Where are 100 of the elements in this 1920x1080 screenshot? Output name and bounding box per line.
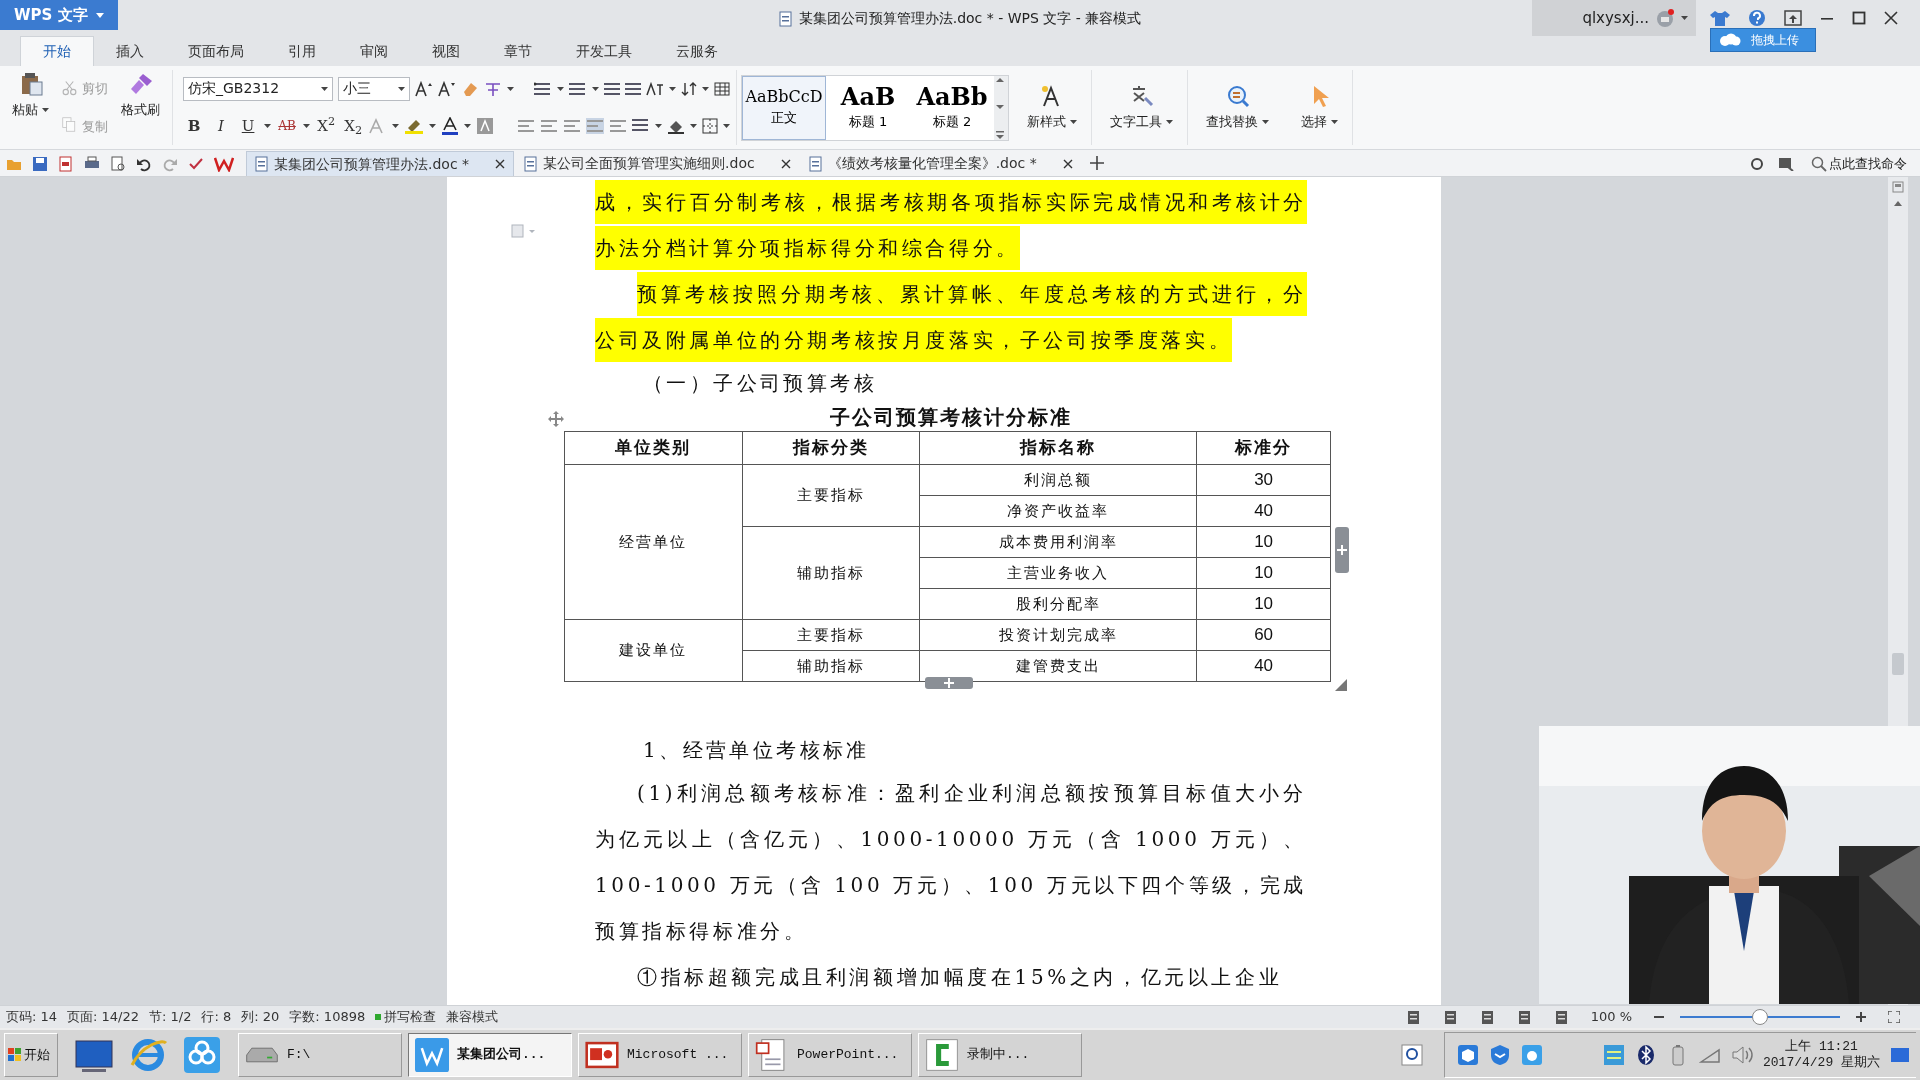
pdf-export-icon[interactable] xyxy=(58,155,74,172)
fullscreen-icon[interactable] xyxy=(1888,1011,1900,1023)
indent-icon[interactable] xyxy=(604,81,620,96)
fit-page-icon[interactable] xyxy=(1405,1009,1421,1025)
slider-thumb[interactable] xyxy=(1752,1009,1768,1025)
box-app-icon[interactable] xyxy=(1457,1044,1479,1066)
format-button[interactable]: AB xyxy=(276,114,299,139)
scrollbar-thumb[interactable] xyxy=(1892,653,1904,675)
wps-logo-icon[interactable] xyxy=(214,155,234,172)
justify-icon[interactable] xyxy=(586,118,605,135)
shrink-font-icon[interactable] xyxy=(438,80,456,97)
close-icon[interactable] xyxy=(780,158,791,169)
align-left-icon[interactable] xyxy=(517,118,536,135)
resize-handle-icon[interactable] xyxy=(1335,679,1347,691)
bullet-list-icon[interactable] xyxy=(534,81,552,96)
borders-icon[interactable] xyxy=(702,118,719,135)
sort-icon[interactable] xyxy=(681,81,697,96)
more-styles-icon[interactable] xyxy=(994,129,1006,140)
command-search-field[interactable]: 点此查找命令 xyxy=(1808,152,1910,175)
save-icon[interactable] xyxy=(32,155,48,172)
cloud-app-icon[interactable] xyxy=(182,1035,222,1075)
show-desktop-icon[interactable] xyxy=(1890,1046,1910,1064)
taskbar-button[interactable]: F:\ xyxy=(238,1033,402,1077)
ribbon-tool-button[interactable]: 查找替换 xyxy=(1200,81,1275,134)
shirt-icon[interactable] xyxy=(1710,10,1730,26)
zoom-level[interactable]: 100 % xyxy=(1590,1007,1632,1027)
text-direction-icon[interactable] xyxy=(646,81,664,96)
font-size-select[interactable]: 小三 xyxy=(338,76,410,101)
highlighter-icon[interactable] xyxy=(404,118,425,135)
zoom-in-icon[interactable] xyxy=(1856,1012,1866,1022)
document-tab[interactable]: 某公司全面预算管理实施细则.doc xyxy=(516,151,799,176)
taskbar-button[interactable]: 录制中... xyxy=(918,1033,1082,1077)
window-upload-icon[interactable] xyxy=(1784,10,1802,26)
table-move-handle-icon[interactable] xyxy=(548,411,564,427)
close-icon[interactable] xyxy=(1884,11,1898,25)
menu-tab[interactable]: 引用 xyxy=(266,37,338,66)
volume-icon[interactable] xyxy=(1731,1044,1753,1066)
outdent-icon[interactable] xyxy=(625,81,641,96)
app-menu-button[interactable]: WPS 文字 xyxy=(0,0,118,30)
menu-tab[interactable]: 页面布局 xyxy=(166,37,266,66)
scroll-up-icon[interactable] xyxy=(994,75,1006,84)
ribbon-tool-button[interactable]: 文字工具 xyxy=(1104,81,1179,134)
align-right-icon[interactable] xyxy=(563,118,582,135)
close-icon[interactable] xyxy=(1062,158,1073,169)
clipboard-button[interactable]: 格式刷 xyxy=(115,70,166,145)
style-tile[interactable]: AaBbCcD 正文 xyxy=(742,75,826,140)
format-button[interactable]: U xyxy=(237,114,260,139)
table-grid-icon[interactable] xyxy=(714,81,730,96)
menu-tab[interactable]: 视图 xyxy=(410,37,482,66)
new-tab-icon[interactable] xyxy=(1088,155,1105,171)
char-shading-icon[interactable] xyxy=(476,117,495,136)
cloud-sync-icon[interactable] xyxy=(1521,1044,1543,1066)
document-tab[interactable]: 某集团公司预算管理办法.doc * xyxy=(246,151,515,176)
font-select[interactable]: 仿宋_GB2312 xyxy=(183,76,333,101)
bluetooth-icon[interactable] xyxy=(1635,1044,1657,1066)
shading-icon[interactable] xyxy=(667,118,686,135)
scroll-down-icon[interactable] xyxy=(994,102,1006,111)
menu-tab[interactable]: 审阅 xyxy=(338,37,410,66)
print-preview-icon[interactable] xyxy=(110,155,126,172)
format-button[interactable]: X$^{2}$ xyxy=(315,114,338,139)
search-tool-icon[interactable] xyxy=(1400,1043,1424,1067)
add-row-handle-icon[interactable] xyxy=(925,677,973,689)
format-button[interactable]: I xyxy=(210,114,233,139)
avatar-icon[interactable] xyxy=(1655,8,1675,28)
spell-check-status[interactable]: 拼写检查 xyxy=(384,1007,437,1027)
clipboard-button[interactable]: 粘贴 xyxy=(6,70,55,145)
panel-icon[interactable] xyxy=(1778,156,1794,171)
menu-tab[interactable]: 开始 xyxy=(20,36,94,66)
pinyin-icon[interactable] xyxy=(484,80,502,97)
outline-view-icon[interactable] xyxy=(1479,1009,1495,1025)
format-button[interactable]: X$_{2}$ xyxy=(342,114,365,139)
menu-tab[interactable]: 章节 xyxy=(482,37,554,66)
ribbon-tool-button[interactable]: 选择 xyxy=(1295,81,1344,134)
page-view-icon[interactable] xyxy=(1442,1009,1458,1025)
split-icon[interactable] xyxy=(1892,181,1904,193)
maximize-icon[interactable] xyxy=(1852,11,1866,25)
scroll-up-icon[interactable] xyxy=(1893,199,1903,207)
taskbar-button[interactable]: PowerPoint... xyxy=(748,1033,912,1077)
document-tab[interactable]: 《绩效考核量化管理全案》.doc * xyxy=(800,151,1081,176)
caret-icon xyxy=(1166,119,1173,124)
menu-tab[interactable]: 开发工具 xyxy=(554,37,654,66)
taskbar-button[interactable]: 某集团公司... xyxy=(408,1033,572,1077)
close-icon[interactable] xyxy=(495,159,506,169)
help-icon[interactable] xyxy=(1748,9,1766,27)
shield-icon[interactable] xyxy=(1489,1044,1511,1066)
grow-font-icon[interactable] xyxy=(415,80,433,97)
add-column-handle-icon[interactable] xyxy=(1335,527,1349,573)
font-color-icon[interactable] xyxy=(441,117,460,136)
taskbar-button[interactable]: Microsoft ... xyxy=(578,1033,742,1077)
numbered-list-icon[interactable] xyxy=(569,81,587,96)
start-button[interactable]: 开始 xyxy=(4,1033,58,1077)
clock-time[interactable]: 上午 11:21 xyxy=(1763,1039,1880,1055)
menu-tab[interactable]: 云服务 xyxy=(654,37,740,66)
eye-protect-icon[interactable] xyxy=(1553,1009,1569,1025)
align-center-icon[interactable] xyxy=(540,118,559,135)
web-view-icon[interactable] xyxy=(1516,1009,1532,1025)
clock-date[interactable]: 2017/4/29 星期六 xyxy=(1763,1055,1880,1071)
format-button[interactable]: B xyxy=(183,114,206,139)
menu-tab[interactable]: 插入 xyxy=(94,37,166,66)
ribbon-tool-button[interactable]: 新样式 xyxy=(1021,81,1083,134)
